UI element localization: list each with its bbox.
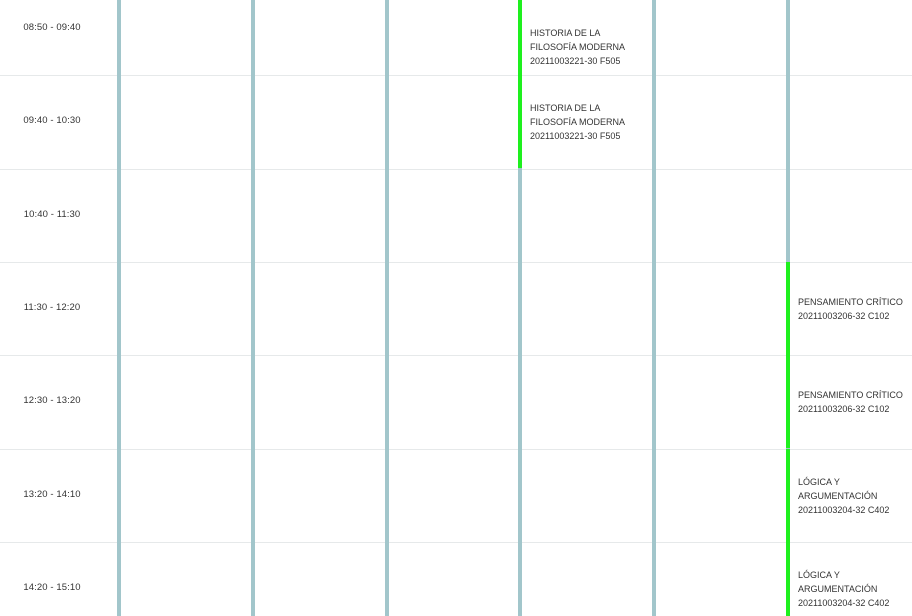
event-accent-bar <box>518 75 522 168</box>
row-separator <box>0 355 912 356</box>
time-slot-label: 08:50 - 09:40 <box>23 22 81 33</box>
event-text-line: 20211003206-32 C102 <box>798 310 890 321</box>
day-column-divider <box>251 0 255 616</box>
class-event-block[interactable]: LÓGICA Y ARGUMENTACIÓN 20211003204-32 C402 <box>786 542 912 616</box>
event-text-line: FILOSOFÍA MODERNA <box>530 41 626 52</box>
event-accent-bar <box>786 449 790 542</box>
event-accent-bar <box>786 355 790 448</box>
event-details: LÓGICA Y ARGUMENTACIÓN 20211003204-32 C402 <box>798 542 908 616</box>
event-text-line: 20211003206-32 C102 <box>798 403 890 414</box>
time-slot-label: 11:30 - 12:20 <box>23 302 81 313</box>
time-slot-label: 09:40 - 10:30 <box>23 115 81 126</box>
event-text-line: LÓGICA Y <box>798 569 840 580</box>
class-event-block[interactable]: LÓGICA Y ARGUMENTACIÓN 20211003204-32 C402 <box>786 449 912 542</box>
row-separator <box>0 542 912 543</box>
time-slot-label: 10:40 - 11:30 <box>23 209 81 220</box>
event-accent-bar <box>786 262 790 355</box>
event-text-line: HISTORIA DE LA <box>530 27 601 38</box>
event-details: HISTORIA DE LA FILOSOFÍA MODERNA 202110032… <box>530 75 648 168</box>
event-text-line: PENSAMIENTO CRÍTICO <box>798 296 903 307</box>
event-text-line: 20211003221-30 F505 <box>530 55 621 66</box>
event-text-line: 20211003204-32 C402 <box>798 597 890 608</box>
schedule-grid: 08:50 - 09:40 09:40 - 10:30 10:40 - 11:30 1… <box>0 0 912 616</box>
event-accent-bar <box>786 542 790 616</box>
event-text-line: 20211003204-32 C402 <box>798 504 890 515</box>
event-text-line: ARGUMENTACIÓN <box>798 583 878 594</box>
day-column-divider <box>385 0 389 616</box>
day-column-divider <box>117 0 121 616</box>
class-event-block[interactable]: HISTORIA DE LA FILOSOFÍA MODERNA 202110032… <box>518 75 652 168</box>
row-separator <box>0 449 912 450</box>
time-slot-label: 13:20 - 14:10 <box>23 489 81 500</box>
event-text-line: FILOSOFÍA MODERNA <box>530 116 626 127</box>
event-details: PENSAMIENTO CRÍTICO 20211003206-32 C102 <box>798 262 908 355</box>
class-event-block[interactable]: HISTORIA DE LA FILOSOFÍA MODERNA 202110032… <box>518 0 652 75</box>
time-slot-label: 12:30 - 13:20 <box>23 395 81 406</box>
row-separator <box>0 75 912 76</box>
day-column-divider <box>652 0 656 616</box>
class-event-block[interactable]: PENSAMIENTO CRÍTICO 20211003206-32 C102 <box>786 262 912 355</box>
row-separator <box>0 169 912 170</box>
time-slot-label: 14:20 - 15:10 <box>23 582 81 593</box>
event-text-line: LÓGICA Y <box>798 476 840 487</box>
event-details: LÓGICA Y ARGUMENTACIÓN 20211003204-32 C402 <box>798 449 908 542</box>
class-event-block[interactable]: PENSAMIENTO CRÍTICO 20211003206-32 C102 <box>786 355 912 448</box>
event-details: PENSAMIENTO CRÍTICO 20211003206-32 C102 <box>798 355 908 448</box>
event-text-line: 20211003221-30 F505 <box>530 130 621 141</box>
event-accent-bar <box>518 0 522 75</box>
row-separator <box>0 262 912 263</box>
event-text-line: PENSAMIENTO CRÍTICO <box>798 389 903 400</box>
event-text-line: HISTORIA DE LA <box>530 102 601 113</box>
event-text-line: ARGUMENTACIÓN <box>798 490 878 501</box>
